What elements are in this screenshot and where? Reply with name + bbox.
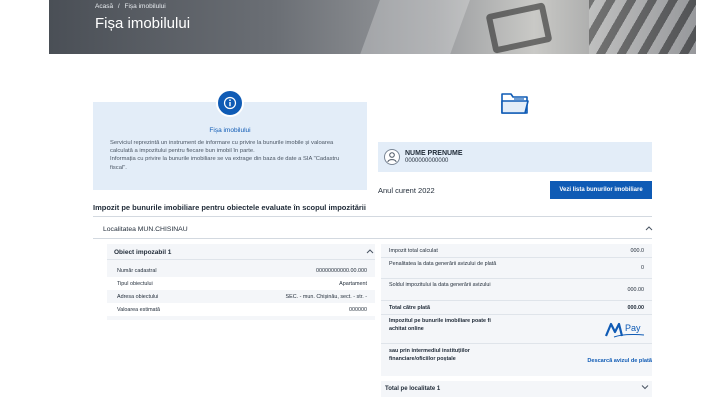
object-title[interactable]: Obiect impozabil 1 [114,249,171,256]
divider [107,259,375,260]
info-icon [216,89,244,117]
tax-row: Soldul impozitului la data generării avi… [381,279,652,301]
row-label: Total către plată [389,305,430,311]
chevron-down-icon[interactable] [641,384,649,392]
view-properties-button[interactable]: Vezi lista bunurilor imobiliare [550,181,652,199]
object-row: Valoarea estimată 000000 [107,303,375,316]
info-paragraph: Serviciul reprezintă un instrument de in… [110,140,334,155]
row-value: SEC. - mun. Chișinău, sect. - str. - [285,294,367,300]
row-value: 0 [641,265,644,271]
row-value: 000.0 [630,248,645,254]
user-icon [384,149,400,165]
download-notice-link[interactable]: Descarcă avizul de plată [587,358,652,364]
breadcrumb-home-link[interactable]: Acasă [95,3,113,10]
row-value: 000.00 [627,305,645,311]
hero-decoration [354,0,474,54]
divider [93,216,652,217]
chevron-up-icon[interactable] [366,248,374,256]
info-description: Serviciul reprezintă un instrument de in… [110,139,355,172]
mpay-text: Pay [625,323,641,333]
row-value: 000000 [349,307,367,313]
row-label: Număr cadastral [117,268,157,274]
total-locality-label: Total pe localitate 1 [385,386,441,392]
info-title: Fișa imobilului [209,127,251,134]
user-idnp: 0000000000000 [405,158,449,164]
object-row: Număr cadastral 00000000000.00.000 [107,264,375,277]
divider [93,238,652,239]
page-title: Fișa imobilului [95,15,191,32]
info-paragraph: Informația cu privire la bunurile imobil… [110,156,340,171]
object-row: Adresa obiectului SEC. - mun. Chișinău, … [107,290,375,303]
hero-decoration [589,0,696,54]
user-card [378,142,652,172]
breadcrumb-current: Fișa imobilului [124,3,166,10]
breadcrumb-separator: / [117,3,120,10]
current-year: Anul curent 2022 [378,186,435,195]
locality-header[interactable]: Localitatea MUN.CHISINAU [103,226,188,233]
row-value: Apartament [339,281,367,287]
row-value: 00000000000.00.000 [316,268,367,274]
total-locality-header[interactable]: Total pe localitate 1 [381,381,652,397]
folder-icon [500,90,530,121]
row-label: sau prin intermediul instituțiilor finan… [389,348,470,362]
hero-decoration [485,2,553,54]
row-label: Penalitatea la data generării avizului d… [389,261,497,267]
object-row: Tipul obiectului Apartament [107,277,375,290]
chevron-up-icon[interactable] [645,225,653,233]
row-label: Tipul obiectului [117,281,153,287]
breadcrumb: Acasă / Fișa imobilului [95,3,169,10]
row-label: Impozit total calculat [389,248,438,254]
section-title: Impozit pe bunurile imobiliare pentru ob… [93,203,366,212]
user-name: NUME PRENUME [405,150,463,157]
row-value: 000.00 [627,287,645,293]
mpay-logo[interactable]: Pay [604,320,646,343]
row-label: Impozitul pe bunurile imobiliare poate f… [389,318,491,332]
tax-row: Impozit total calculat 000.0 [381,244,652,258]
tax-row: Total către plată 000.00 [381,301,652,315]
tax-row: Penalitatea la data generării avizului d… [381,258,652,279]
row-label: Soldul impozitului la data generării avi… [389,282,491,288]
row-label: Valoarea estimată [117,307,161,313]
row-label: Adresa obiectului [117,294,159,300]
